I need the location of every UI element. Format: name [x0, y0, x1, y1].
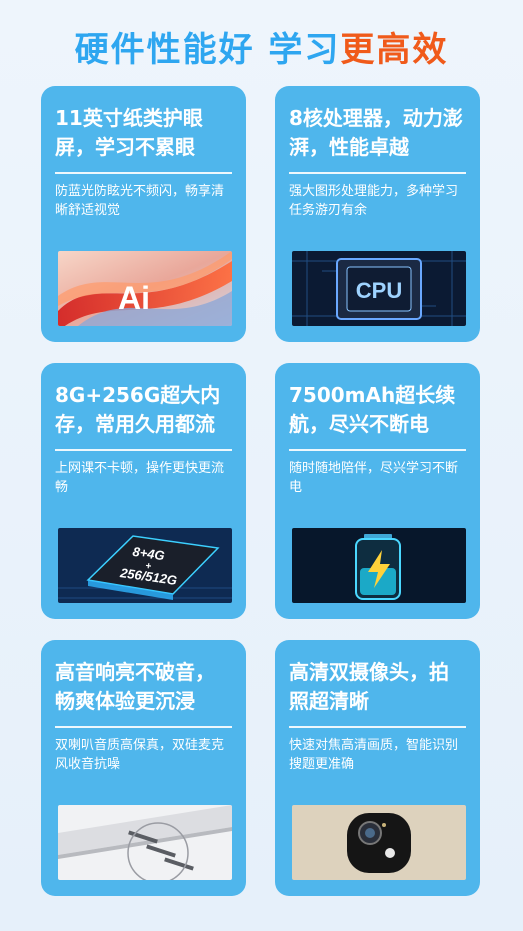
- ai-logo-text: Ai: [118, 280, 150, 316]
- card-divider: [55, 726, 232, 728]
- screen-ai-image: Ai: [58, 251, 232, 326]
- card-description: 随时随地陪伴，尽兴学习不断电: [289, 461, 459, 495]
- memory-chip-image: 8+4G + 256/512G: [58, 528, 232, 603]
- card-description: 上网课不卡顿，操作更快更流畅: [55, 461, 225, 495]
- card-title: 8G+256G超大内存，常用久用都流畅: [55, 383, 221, 436]
- battery-image: [292, 528, 466, 603]
- card-description: 防蓝光防眩光不频闪，畅享清晰舒适视觉: [55, 184, 225, 218]
- speaker-image: [58, 805, 232, 880]
- camera-image: [292, 805, 466, 880]
- card-description: 快速对焦高清画质，智能识别搜题更准确: [289, 738, 459, 772]
- feature-card-screen: 11英寸纸类护眼屏，学习不累眼 防蓝光防眩光不频闪，畅享清晰舒适视觉 Ai: [41, 86, 246, 342]
- card-title: 高清双摄像头，拍照超清晰: [289, 660, 449, 713]
- page-title-main: 硬件性能好 学习: [74, 30, 341, 70]
- card-divider: [289, 172, 466, 174]
- page-title-highlight: 更高效: [340, 30, 449, 70]
- card-divider: [55, 449, 232, 451]
- feature-card-camera: 高清双摄像头，拍照超清晰 快速对焦高清画质，智能识别搜题更准确: [275, 640, 480, 896]
- cpu-chip-image: CPU: [292, 251, 466, 326]
- card-divider: [289, 449, 466, 451]
- feature-card-processor: 8核处理器，动力澎湃，性能卓越 强大图形处理能力，多种学习任务游刃有余 CPU: [275, 86, 480, 342]
- card-divider: [289, 726, 466, 728]
- card-divider: [55, 172, 232, 174]
- feature-card-memory: 8G+256G超大内存，常用久用都流畅 上网课不卡顿，操作更快更流畅 8+4G …: [41, 363, 246, 619]
- card-title: 7500mAh超长续航，尽兴不断电: [289, 383, 456, 436]
- card-description: 强大图形处理能力，多种学习任务游刃有余: [289, 184, 459, 218]
- feature-card-speaker: 高音响亮不破音，畅爽体验更沉浸 双喇叭音质高保真，双硅麦克风收音抗噪: [41, 640, 246, 896]
- cpu-text: CPU: [356, 278, 402, 303]
- card-title: 高音响亮不破音，畅爽体验更沉浸: [55, 660, 215, 713]
- card-description: 双喇叭音质高保真，双硅麦克风收音抗噪: [55, 738, 225, 772]
- page-title: 硬件性能好 学习更高效: [0, 22, 523, 71]
- feature-card-battery: 7500mAh超长续航，尽兴不断电 随时随地陪伴，尽兴学习不断电: [275, 363, 480, 619]
- card-title: 11英寸纸类护眼屏，学习不累眼: [55, 106, 203, 159]
- card-title: 8核处理器，动力澎湃，性能卓越: [289, 106, 463, 159]
- page: 硬件性能好 学习更高效 11英寸纸类护眼屏，学习不累眼 防蓝光防眩光不频闪，畅享…: [0, 0, 523, 931]
